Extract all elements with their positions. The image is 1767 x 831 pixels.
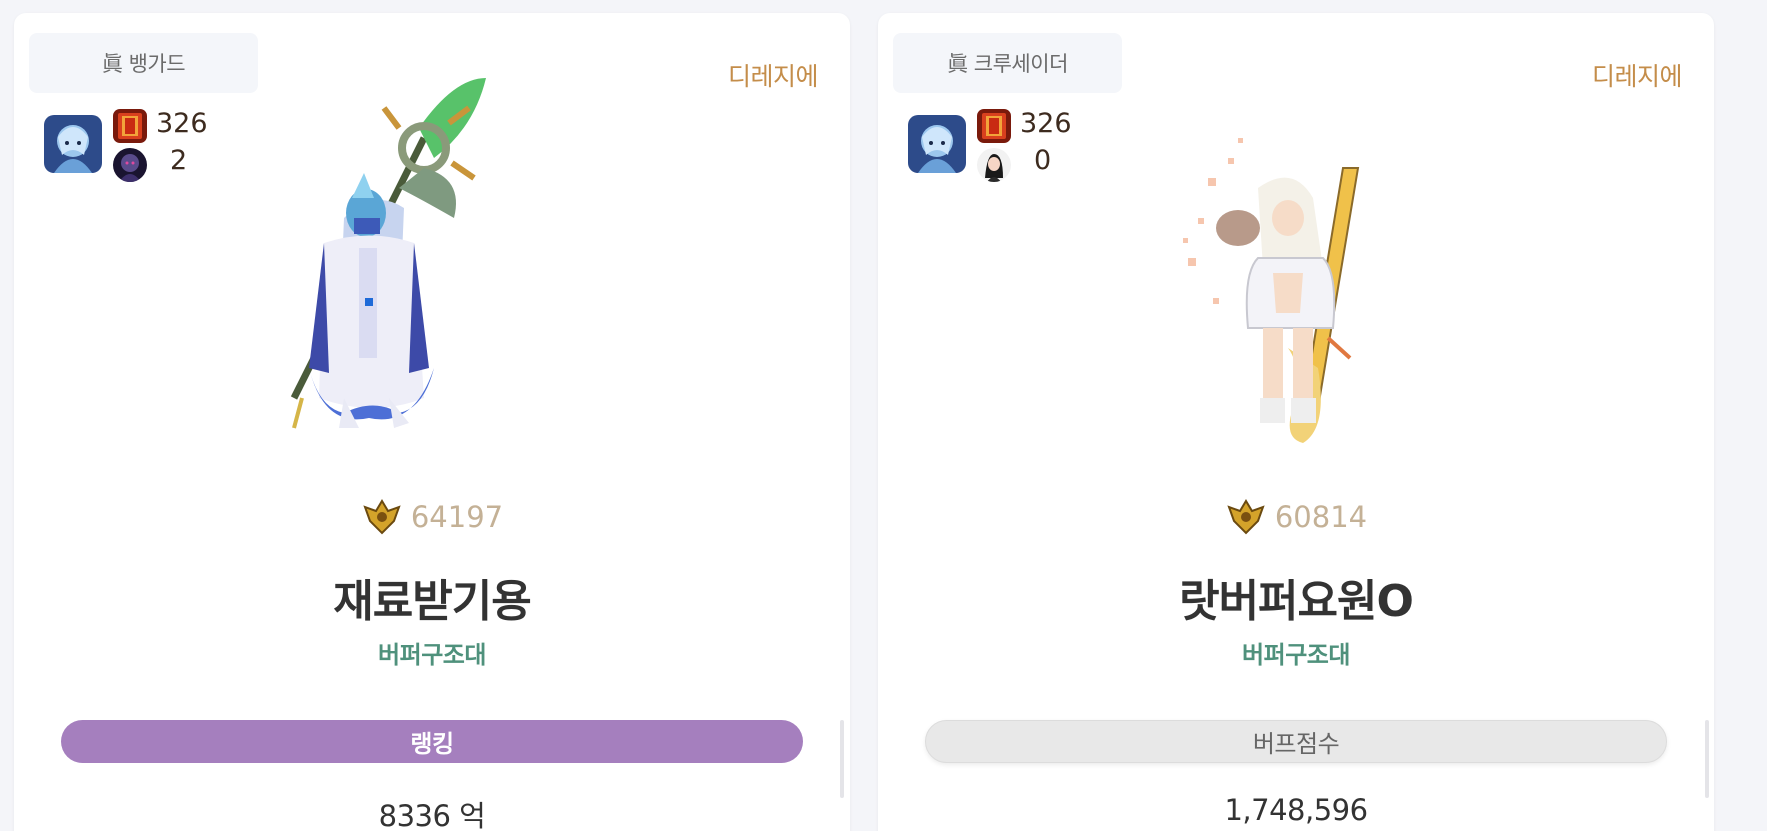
- score-row: 60814: [878, 497, 1714, 537]
- ranking-tab[interactable]: 랭킹: [61, 720, 803, 763]
- adventure-score: 60814: [1274, 500, 1368, 534]
- buff-score-tab[interactable]: 버프점수: [925, 720, 1667, 763]
- character-avatar-icon: [908, 115, 966, 173]
- page: 眞 뱅가드 디레지에 326 2 64197 재료받기용 버퍼구조대 랭킹 83…: [0, 0, 1767, 831]
- server-name: 디레지에: [1591, 62, 1683, 91]
- character-card-crusader[interactable]: 眞 크루세이더 디레지에 326 0 60814 랏버퍼요원O 버퍼구조대 버프…: [878, 13, 1714, 831]
- item-count: 326: [1020, 108, 1072, 139]
- scrollbar-thumb[interactable]: [1705, 720, 1709, 798]
- item-book-icon: [113, 109, 147, 143]
- character-sprite: [224, 68, 644, 478]
- creature-avatar-icon: [977, 148, 1011, 182]
- scrollbar-thumb[interactable]: [840, 720, 844, 798]
- guild-name[interactable]: 버퍼구조대: [14, 635, 850, 670]
- character-sprite: [1088, 68, 1508, 478]
- character-avatar-icon: [44, 115, 102, 173]
- server-name: 디레지에: [727, 62, 819, 91]
- creature-count: 2: [170, 145, 188, 176]
- guild-name[interactable]: 버퍼구조대: [878, 635, 1714, 670]
- stat-value: 1,748,596: [1224, 793, 1368, 827]
- stat-value: 8336 억: [378, 799, 486, 831]
- creature-count: 0: [1034, 145, 1052, 176]
- adventure-score: 64197: [410, 500, 504, 534]
- creature-avatar-icon: [113, 148, 147, 182]
- character-card-vanguard[interactable]: 眞 뱅가드 디레지에 326 2 64197 재료받기용 버퍼구조대 랭킹 83…: [14, 13, 850, 831]
- character-name[interactable]: 재료받기용: [14, 565, 850, 629]
- item-book-icon: [977, 109, 1011, 143]
- score-row: 64197: [14, 497, 850, 537]
- laurel-crest-icon: [363, 499, 401, 535]
- laurel-crest-icon: [1227, 499, 1265, 535]
- item-count: 326: [156, 108, 208, 139]
- character-name[interactable]: 랏버퍼요원O: [878, 565, 1714, 629]
